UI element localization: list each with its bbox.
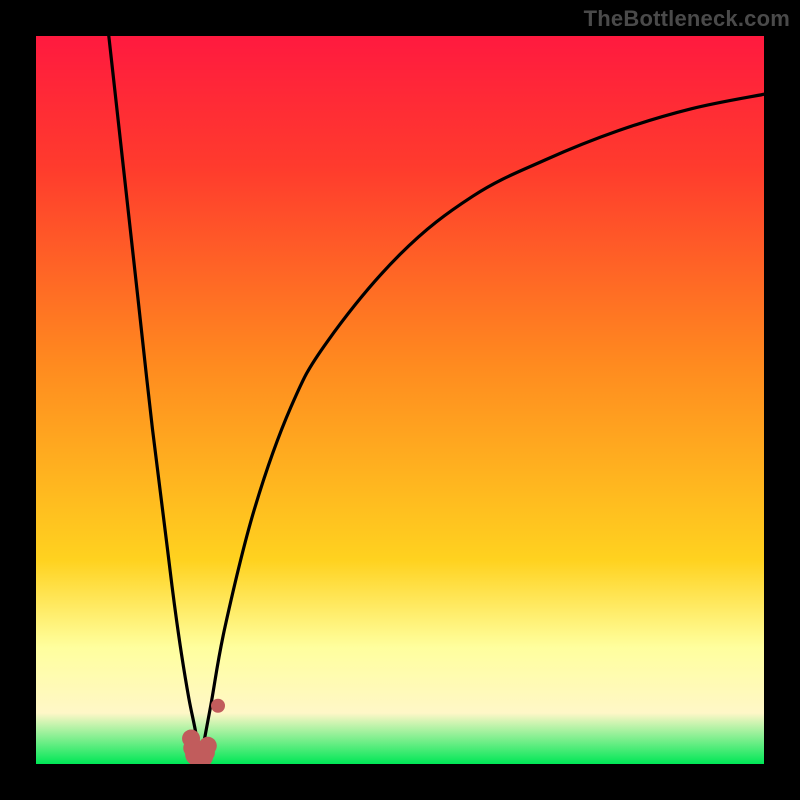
outer-frame: TheBottleneck.com [0, 0, 800, 800]
highlight-dot [199, 737, 217, 755]
gradient-background [36, 36, 764, 764]
watermark-text: TheBottleneck.com [584, 6, 790, 32]
plot-area [36, 36, 764, 764]
chart-svg [36, 36, 764, 764]
highlight-dot [211, 699, 225, 713]
